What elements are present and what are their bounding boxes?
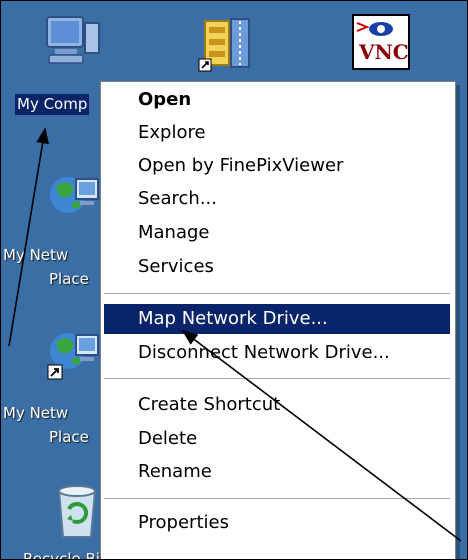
- arrow-to-my-computer: [8, 127, 49, 347]
- desktop: My Comp VNC My Netw Place My Netw Place …: [0, 0, 468, 560]
- arrow-to-map-network-drive: [181, 330, 462, 542]
- annotation-arrows: [8, 127, 462, 542]
